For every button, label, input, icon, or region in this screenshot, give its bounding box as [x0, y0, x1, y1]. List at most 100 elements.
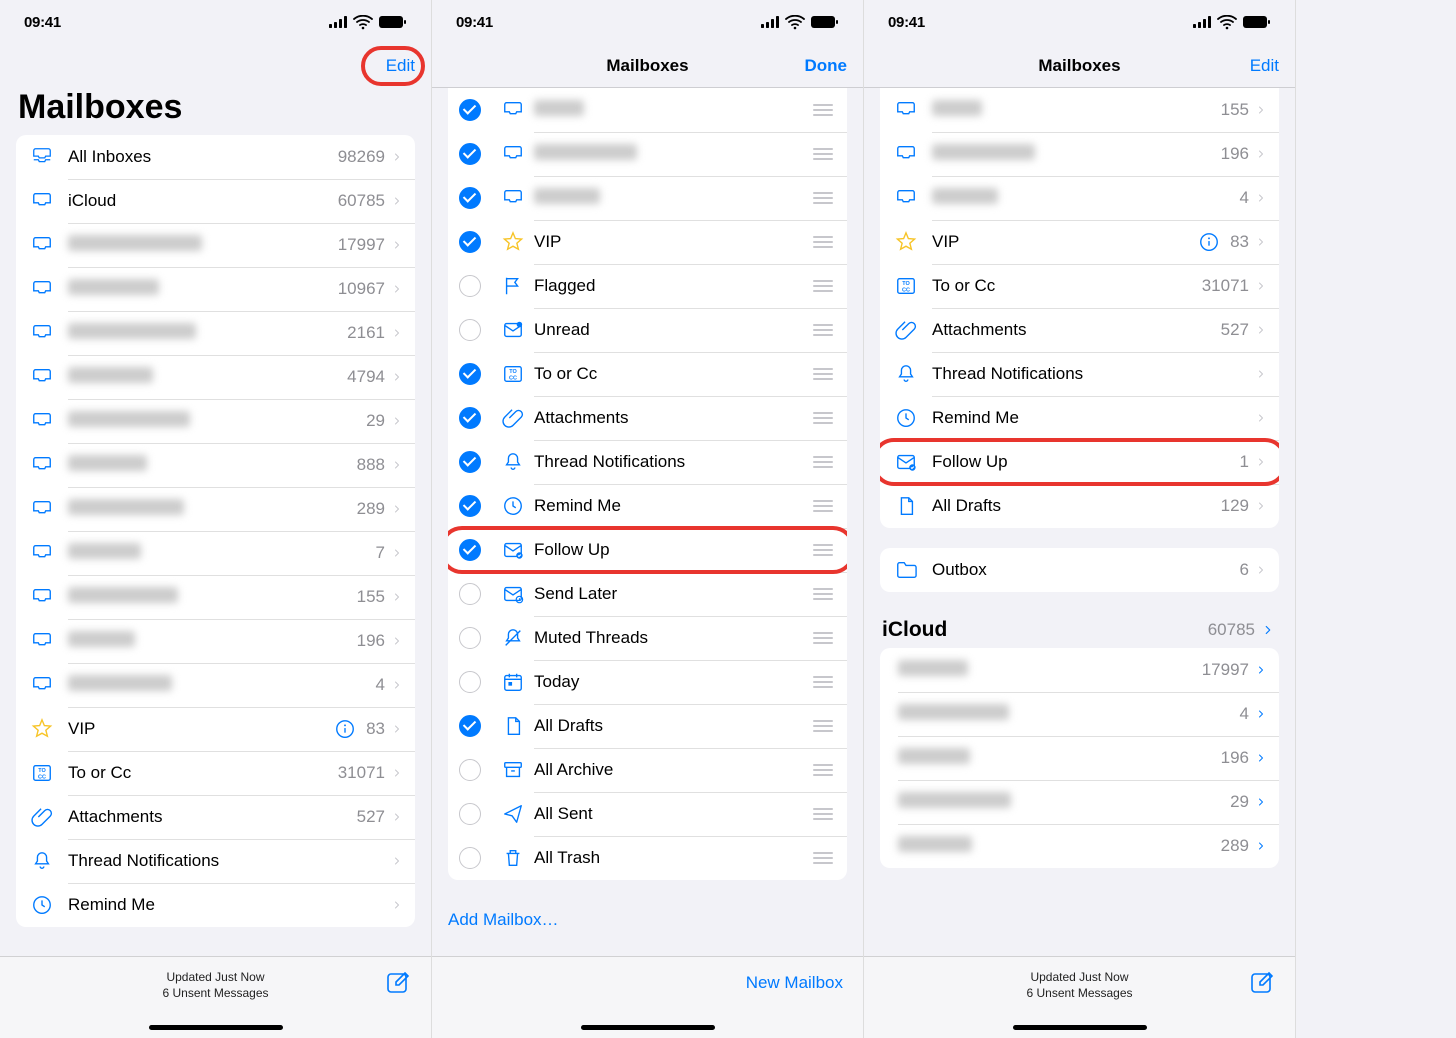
add-mailbox-button[interactable]: Add Mailbox…: [432, 900, 863, 940]
checkbox[interactable]: [448, 627, 492, 649]
checkbox[interactable]: [448, 671, 492, 693]
mailbox-row[interactable]: Remind Me: [880, 396, 1279, 440]
outbox-row[interactable]: Outbox 6: [880, 548, 1279, 592]
mailbox-row[interactable]: 10967: [16, 267, 415, 311]
checkbox[interactable]: [448, 715, 492, 737]
mailbox-edit-row[interactable]: [448, 88, 847, 132]
mailbox-edit-row[interactable]: All Archive: [448, 748, 847, 792]
drag-handle-icon[interactable]: [811, 280, 835, 292]
checkbox[interactable]: [448, 847, 492, 869]
checkbox[interactable]: [448, 759, 492, 781]
mailbox-row[interactable]: iCloud 60785: [16, 179, 415, 223]
mailbox-edit-row[interactable]: Thread Notifications: [448, 440, 847, 484]
mailbox-row[interactable]: 888: [16, 443, 415, 487]
checkbox[interactable]: [448, 99, 492, 121]
mailbox-edit-row[interactable]: All Sent: [448, 792, 847, 836]
mailbox-row[interactable]: 196: [880, 132, 1279, 176]
icloud-section-header[interactable]: iCloud 60785: [864, 612, 1295, 648]
checkbox[interactable]: [448, 363, 492, 385]
mailbox-edit-scroll[interactable]: VIP Flagged Unread To or Cc: [432, 88, 863, 956]
mailbox-scroll[interactable]: All Inboxes 98269 iCloud 60785 17997: [0, 135, 431, 956]
drag-handle-icon[interactable]: [811, 324, 835, 336]
info-icon[interactable]: [334, 718, 356, 740]
mailbox-row[interactable]: 4794: [16, 355, 415, 399]
folder-row[interactable]: 17997: [880, 648, 1279, 692]
checkbox[interactable]: [448, 319, 492, 341]
mailbox-edit-row[interactable]: To or Cc: [448, 352, 847, 396]
drag-handle-icon[interactable]: [811, 544, 835, 556]
drag-handle-icon[interactable]: [811, 236, 835, 248]
mailbox-row[interactable]: Attachments 527: [880, 308, 1279, 352]
checkbox[interactable]: [448, 803, 492, 825]
checkbox[interactable]: [448, 275, 492, 297]
mailbox-edit-row[interactable]: [448, 176, 847, 220]
mailbox-edit-row[interactable]: Send Later: [448, 572, 847, 616]
mailbox-row[interactable]: VIP 83: [880, 220, 1279, 264]
checkbox[interactable]: [448, 187, 492, 209]
drag-handle-icon[interactable]: [811, 412, 835, 424]
new-mailbox-button[interactable]: New Mailbox: [746, 973, 843, 993]
mailbox-row[interactable]: Thread Notifications: [16, 839, 415, 883]
mailbox-edit-row[interactable]: Unread: [448, 308, 847, 352]
mailbox-row[interactable]: All Drafts 129: [880, 484, 1279, 528]
mailbox-row[interactable]: 2161: [16, 311, 415, 355]
mailbox-row[interactable]: Remind Me: [16, 883, 415, 927]
mailbox-scroll[interactable]: 155 196 4 VIP 83: [864, 88, 1295, 956]
checkbox[interactable]: [448, 451, 492, 473]
drag-handle-icon[interactable]: [811, 192, 835, 204]
edit-button[interactable]: Edit: [386, 56, 415, 76]
mailbox-edit-row[interactable]: Flagged: [448, 264, 847, 308]
drag-handle-icon[interactable]: [811, 764, 835, 776]
mailbox-row[interactable]: 7: [16, 531, 415, 575]
mailbox-row[interactable]: To or Cc 31071: [16, 751, 415, 795]
mailbox-row[interactable]: 4: [16, 663, 415, 707]
drag-handle-icon[interactable]: [811, 104, 835, 116]
folder-row[interactable]: 289: [880, 824, 1279, 868]
compose-icon[interactable]: [1249, 971, 1275, 997]
mailbox-row[interactable]: 29: [16, 399, 415, 443]
info-icon[interactable]: [1198, 231, 1220, 253]
drag-handle-icon[interactable]: [811, 500, 835, 512]
drag-handle-icon[interactable]: [811, 720, 835, 732]
drag-handle-icon[interactable]: [811, 588, 835, 600]
compose-icon[interactable]: [385, 971, 411, 997]
drag-handle-icon[interactable]: [811, 852, 835, 864]
folder-row[interactable]: 4: [880, 692, 1279, 736]
drag-handle-icon[interactable]: [811, 808, 835, 820]
mailbox-row[interactable]: 196: [16, 619, 415, 663]
mailbox-row[interactable]: All Inboxes 98269: [16, 135, 415, 179]
mailbox-edit-row[interactable]: [448, 132, 847, 176]
mailbox-row[interactable]: 155: [880, 88, 1279, 132]
mailbox-row[interactable]: Thread Notifications: [880, 352, 1279, 396]
checkbox[interactable]: [448, 407, 492, 429]
drag-handle-icon[interactable]: [811, 368, 835, 380]
checkbox[interactable]: [448, 583, 492, 605]
checkbox[interactable]: [448, 231, 492, 253]
folder-row[interactable]: 29: [880, 780, 1279, 824]
mailbox-edit-row[interactable]: VIP: [448, 220, 847, 264]
mailbox-row[interactable]: VIP 83: [16, 707, 415, 751]
drag-handle-icon[interactable]: [811, 632, 835, 644]
mailbox-row[interactable]: 4: [880, 176, 1279, 220]
drag-handle-icon[interactable]: [811, 456, 835, 468]
mailbox-row[interactable]: To or Cc 31071: [880, 264, 1279, 308]
folder-row[interactable]: 196: [880, 736, 1279, 780]
mailbox-row[interactable]: Follow Up 1: [880, 440, 1279, 484]
mailbox-row[interactable]: Attachments 527: [16, 795, 415, 839]
mailbox-edit-row[interactable]: All Trash: [448, 836, 847, 880]
checkbox[interactable]: [448, 143, 492, 165]
edit-button[interactable]: Edit: [1250, 56, 1279, 76]
mailbox-edit-row[interactable]: Today: [448, 660, 847, 704]
checkbox[interactable]: [448, 495, 492, 517]
mailbox-row[interactable]: 155: [16, 575, 415, 619]
drag-handle-icon[interactable]: [811, 676, 835, 688]
mailbox-edit-row[interactable]: Attachments: [448, 396, 847, 440]
mailbox-edit-row[interactable]: Follow Up: [448, 528, 847, 572]
mailbox-row[interactable]: 17997: [16, 223, 415, 267]
mailbox-edit-row[interactable]: Remind Me: [448, 484, 847, 528]
mailbox-row[interactable]: 289: [16, 487, 415, 531]
done-button[interactable]: Done: [805, 56, 848, 76]
drag-handle-icon[interactable]: [811, 148, 835, 160]
checkbox[interactable]: [448, 539, 492, 561]
mailbox-edit-row[interactable]: Muted Threads: [448, 616, 847, 660]
